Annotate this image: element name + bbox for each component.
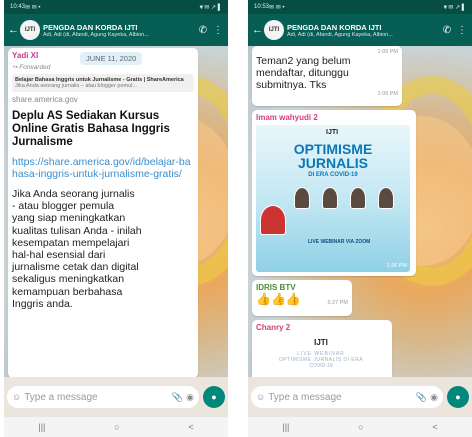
back-arrow-icon[interactable]: ← [8,24,19,36]
poster-subtitle: DI ERA COVID-19 [308,172,358,178]
back-arrow-icon[interactable]: ← [252,24,263,36]
back-button[interactable]: < [432,422,437,432]
message-text: Teman2 yang belum mendaftar, ditunggu su… [256,55,351,91]
poster-title: OPTIMISME JURNALIS [293,141,373,171]
message-bubble[interactable]: Imam wahyudi 2 IJTI OPTIMISME JURNALIS D… [252,110,416,276]
sender-name: IDRIS BTV [256,283,296,292]
speaker-photo [260,205,286,235]
sender-name: Chanry 2 [256,323,291,332]
call-icon[interactable]: ✆ [441,25,453,36]
system-nav-bar: ||| ○ < [248,417,472,437]
message-body: Jika Anda seorang jurnalis - atau blogge… [12,188,142,310]
speaker-photo [350,187,366,209]
message-input[interactable]: ☺ Type a message 📎 ◉ [7,386,199,408]
mic-button[interactable]: ● [447,386,469,408]
status-bar: 10:53 ✉ ✉ • ▼✉ ↗ ▌ [248,0,472,14]
status-time: 10:43 [10,4,26,10]
group-members: Adi, Adi (di, Afandi, Agung Kayeka, Albi… [43,31,149,38]
message-time: 1:26 PM [386,263,407,269]
message-placeholder: Type a message [268,391,342,403]
system-nav-bar: ||| ○ < [4,417,228,437]
thumbs-up-icon: 👍👍👍 [256,292,301,306]
speaker-photo [322,187,338,209]
status-icons-right: ▼✉ ↗ ▌ [198,4,222,11]
back-button[interactable]: < [188,422,193,432]
call-icon[interactable]: ✆ [197,25,209,36]
message-time: 5:27 PM [327,300,348,306]
composer: ☺ Type a message 📎 ◉ ● [4,377,228,417]
mic-button[interactable]: ● [203,386,225,408]
message-time: 1:09 PM [377,91,398,97]
message-input[interactable]: ☺ Type a message 📎 ◉ [251,386,443,408]
emoji-icon[interactable]: ☺ [256,392,265,402]
chat-header: ← IJTI PENGDA DAN KORDA IJTI Adi, Adi (d… [248,14,472,46]
sticker-logo: IJTI [314,338,328,347]
status-time: 10:53 [254,4,270,10]
group-info[interactable]: PENGDA DAN KORDA IJTI Adi, Adi (di, Afan… [287,23,438,38]
group-name: PENGDA DAN KORDA IJTI [287,22,382,32]
preview-domain: share.america.gov [12,95,78,104]
message-headline: Deplu AS Sediakan Kursus Online Gratis B… [12,110,170,148]
message-placeholder: Type a message [24,391,98,403]
message-bubble[interactable]: IDRIS BTV 👍👍👍 5:27 PM [252,280,352,316]
message-link[interactable]: https://share.america.gov/id/belajar-bah… [12,156,194,180]
group-members: Adi, Adi (di, Afandi, Agung Kayeka, Albi… [287,31,393,38]
attach-icon[interactable]: 📎 [172,392,183,403]
recent-apps-button[interactable]: ||| [282,422,289,432]
link-preview[interactable]: Belajar Bahasa Inggris untuk Jurnalisme … [12,74,194,92]
home-button[interactable]: ○ [114,422,119,432]
message-bubble[interactable]: 1:09 PM Teman2 yang belum mendaftar, dit… [252,46,402,106]
preview-desc: Jika Anda seorang jurnalis – atau blogge… [15,83,137,89]
attach-icon[interactable]: 📎 [416,392,427,403]
webinar-poster-image[interactable]: IJTI OPTIMISME JURNALIS DI ERA COVID-19 … [256,125,410,272]
phone-screen-right: 10:53 ✉ ✉ • ▼✉ ↗ ▌ ← IJTI PENGDA DAN KOR… [248,0,472,437]
phone-screen-left: 10:43 ✉ ✉ • ▼✉ ↗ ▌ ← IJTI PENGDA DAN KOR… [4,0,228,437]
camera-icon[interactable]: ◉ [186,392,194,403]
message-bubble[interactable]: Chanry 2 IJTI LIVE WEBINAR OPTIMISME JUR… [252,320,392,377]
mic-icon: ● [455,392,461,402]
message-bubble[interactable]: Yadi XI ↪ Forwarded Belajar Bahasa Inggr… [8,48,198,377]
status-icons-left: ✉ ✉ • [269,4,285,11]
status-icons-right: ▼✉ ↗ ▌ [442,4,466,11]
chat-header: ← IJTI PENGDA DAN KORDA IJTI Adi, Adi (d… [4,14,228,46]
chat-area: 1:09 PM Teman2 yang belum mendaftar, dit… [248,46,472,377]
date-chip: JUNE 11, 2020 [80,52,143,65]
chat-area: Yadi XI ↪ Forwarded Belajar Bahasa Inggr… [4,46,228,377]
recent-apps-button[interactable]: ||| [38,422,45,432]
poster-live-text: LIVE WEBINAR VIA ZOOM [308,239,371,245]
sender-name: Imam wahyudi 2 [256,113,318,122]
group-avatar[interactable]: IJTI [20,20,40,40]
group-name: PENGDA DAN KORDA IJTI [43,22,138,32]
speaker-photo [294,187,310,209]
composer: ☺ Type a message 📎 ◉ ● [248,377,472,417]
speaker-photo [378,187,394,209]
mic-icon: ● [211,392,217,402]
status-bar: 10:43 ✉ ✉ • ▼✉ ↗ ▌ [4,0,228,14]
emoji-icon[interactable]: ☺ [12,392,21,402]
camera-icon[interactable]: ◉ [430,392,438,403]
webinar-sticker-image[interactable]: IJTI LIVE WEBINAR OPTIMISME JURNALIS DI … [256,338,386,377]
sticker-text: COVID-19 [309,363,333,369]
poster-logo: IJTI [326,129,339,136]
more-vert-icon[interactable]: ⋮ [212,25,224,36]
status-icons-left: ✉ ✉ • [25,4,41,11]
group-avatar[interactable]: IJTI [264,20,284,40]
more-vert-icon[interactable]: ⋮ [456,25,468,36]
home-button[interactable]: ○ [358,422,363,432]
group-info[interactable]: PENGDA DAN KORDA IJTI Adi, Adi (di, Afan… [43,23,194,38]
